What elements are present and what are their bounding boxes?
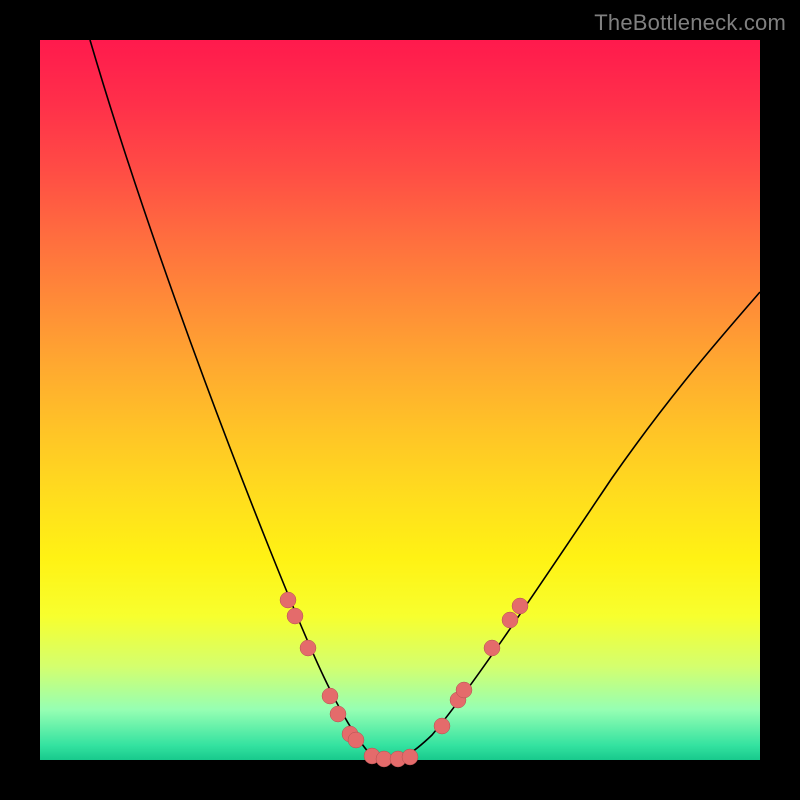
right-curve — [390, 292, 760, 760]
data-point — [330, 706, 346, 722]
curves-layer — [40, 40, 760, 760]
watermark-text: TheBottleneck.com — [594, 10, 786, 36]
data-point — [512, 598, 528, 614]
data-point — [322, 688, 338, 704]
data-point — [376, 751, 392, 767]
data-point — [456, 682, 472, 698]
data-point — [402, 749, 418, 765]
plot-area — [40, 40, 760, 760]
data-points — [280, 592, 528, 767]
left-curve — [90, 40, 390, 760]
data-point — [434, 718, 450, 734]
data-point — [287, 608, 303, 624]
data-point — [348, 732, 364, 748]
data-point — [280, 592, 296, 608]
data-point — [300, 640, 316, 656]
data-point — [502, 612, 518, 628]
data-point — [484, 640, 500, 656]
chart-frame: TheBottleneck.com — [0, 0, 800, 800]
